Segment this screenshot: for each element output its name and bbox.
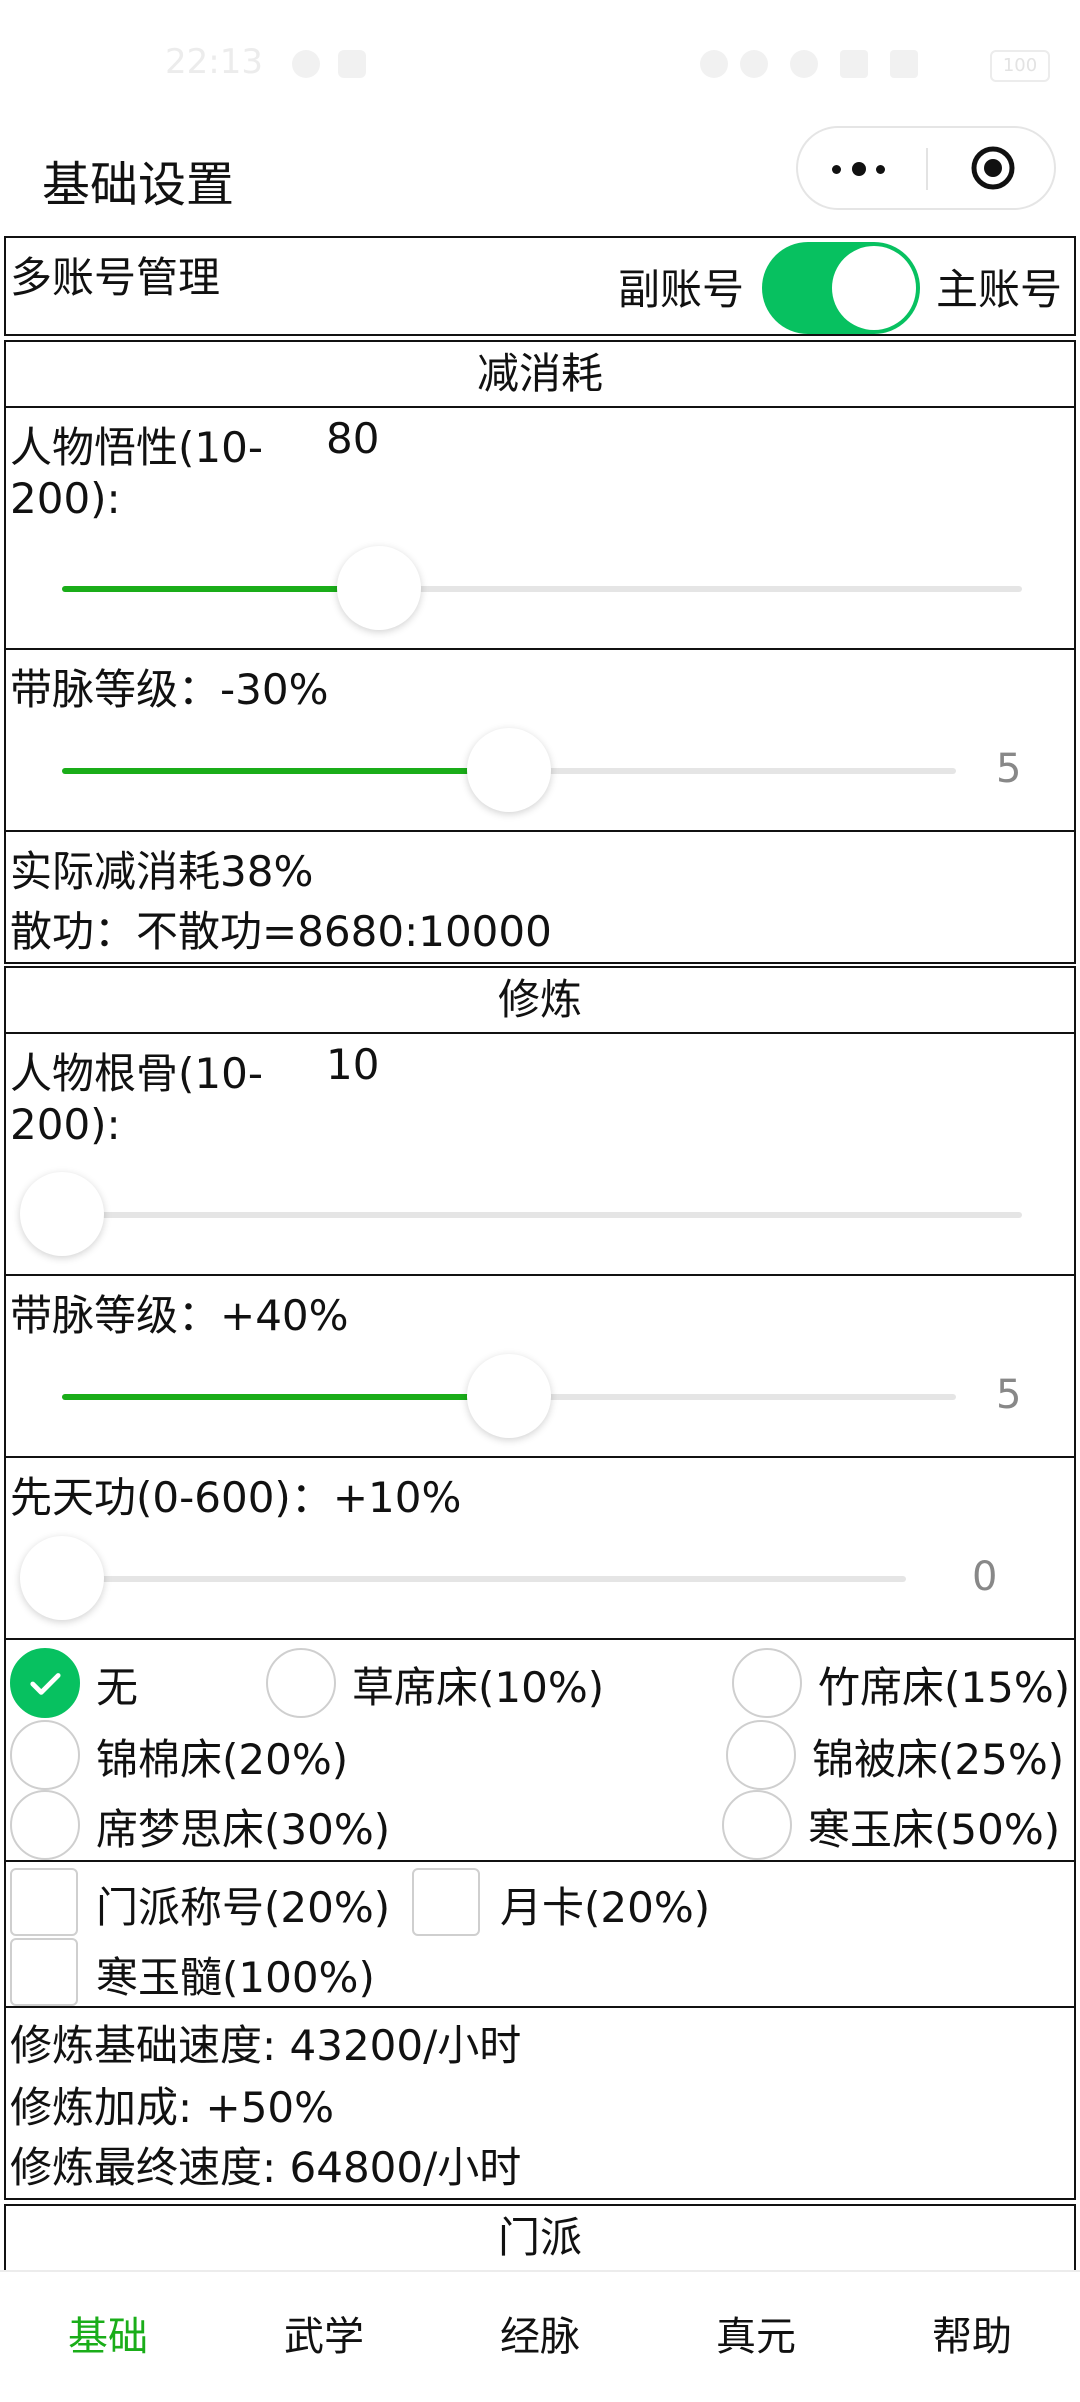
more-button[interactable] (832, 128, 922, 208)
sub-account-label: 副账号 (618, 265, 745, 314)
bed-option-label: 无 (96, 1663, 139, 1712)
toggle-knob (832, 246, 916, 330)
daimai-cultivate-value: 5 (996, 1372, 1022, 1418)
checkbox-icon (10, 1938, 78, 2006)
radio-unchecked-icon (732, 1648, 802, 1718)
daimai-reduce-label: 带脉等级：-30% (10, 665, 329, 714)
slider-thumb[interactable] (20, 1536, 104, 1620)
gengu-cell: 人物根骨(10- 10 200): (6, 1032, 1074, 1274)
daimai-cultivate-cell: 带脉等级：+40% 5 (6, 1274, 1074, 1456)
status-bar: 22:13 100 (0, 0, 1080, 130)
xiantian-value: 0 (972, 1554, 998, 1600)
page-title: 基础设置 (42, 157, 235, 213)
sangong-text: 散功：不散功=8680:10000 (10, 907, 552, 956)
bed-option-label: 竹席床(15%) (818, 1663, 1071, 1712)
close-mini-program-icon[interactable] (970, 145, 1016, 191)
signal-icon (890, 50, 918, 78)
wuxing-label-range: 200): (10, 474, 121, 523)
battery-icon: 100 (990, 50, 1050, 82)
actual-reduce: 实际减消耗38% (10, 847, 314, 896)
account-label: 多账号管理 (10, 253, 221, 302)
capsule-divider (926, 148, 928, 190)
mute-icon (740, 50, 768, 78)
slider-thumb[interactable] (467, 1354, 551, 1438)
cultivate-panel: 修炼 人物根骨(10- 10 200): 带脉等级：+40% 5 先天功(0-6… (4, 966, 1076, 2200)
speed-summary-cell: 修炼基础速度: 43200/小时 修炼加成: +50% 修炼最终速度: 6480… (6, 2006, 1074, 2194)
extra-option-label: 寒玉髓(100%) (96, 1953, 375, 2002)
gengu-label-range: 200): (10, 1100, 121, 1149)
app-icon (338, 50, 366, 78)
reduce-summary-cell: 实际减消耗38% 散功：不散功=8680:10000 (6, 830, 1074, 962)
tab-basic[interactable]: 基础 (0, 2272, 216, 2402)
checkbox-icon (412, 1868, 480, 1936)
final-speed: 修炼最终速度: 64800/小时 (10, 2143, 522, 2192)
cultivate-header: 修炼 (497, 975, 582, 1024)
daimai-cultivate-slider[interactable] (62, 1354, 956, 1438)
wuxing-slider[interactable] (62, 546, 1022, 630)
bed-radio-group: 无 草席床(10%) 竹席床(15%) 锦棉床(20%) 锦被床(25%) 席梦… (6, 1638, 1074, 1860)
slider-thumb[interactable] (336, 546, 421, 630)
slider-thumb[interactable] (20, 1172, 104, 1256)
extras-checkbox-group: 门派称号(20%) 月卡(20%) 寒玉髓(100%) (6, 1860, 1074, 2006)
radio-unchecked-icon (10, 1720, 80, 1790)
checkbox-icon (10, 1868, 78, 1936)
mini-program-capsule (796, 126, 1056, 210)
bed-option-label: 草席床(10%) (352, 1663, 605, 1712)
hd-icon (840, 50, 868, 78)
wuxing-cell: 人物悟性(10- 80 200): (6, 406, 1074, 648)
tab-meridian[interactable]: 经脉 (432, 2272, 648, 2402)
tab-help[interactable]: 帮助 (864, 2272, 1080, 2402)
xiantian-cell: 先天功(0-600)：+10% 0 (6, 1456, 1074, 1638)
main-account-label: 主账号 (936, 265, 1063, 314)
gengu-label: 人物根骨(10- (10, 1049, 263, 1098)
gengu-slider[interactable] (20, 1172, 1022, 1256)
tab-zhenyuan[interactable]: 真元 (648, 2272, 864, 2402)
wuxing-value: 80 (326, 414, 380, 463)
bed-option-label: 寒玉床(50%) (808, 1805, 1061, 1854)
xiantian-slider[interactable] (20, 1536, 906, 1620)
speed-bonus: 修炼加成: +50% (10, 2083, 335, 2132)
daimai-reduce-cell: 带脉等级：-30% 5 (6, 648, 1074, 830)
daimai-reduce-value: 5 (996, 746, 1022, 792)
radio-checked-icon (10, 1648, 80, 1718)
account-toggle[interactable] (762, 242, 920, 334)
reduce-panel: 减消耗 人物悟性(10- 80 200): 带脉等级：-30% 5 实际减消耗3… (4, 340, 1076, 964)
sect-header: 门派 (497, 2213, 582, 2262)
tab-martial[interactable]: 武学 (216, 2272, 432, 2402)
bed-option-label: 锦棉床(20%) (96, 1735, 349, 1784)
wifi-icon (790, 50, 818, 78)
account-panel: 多账号管理 副账号 主账号 (4, 236, 1076, 336)
radio-unchecked-icon (10, 1790, 80, 1860)
radio-unchecked-icon (722, 1790, 792, 1860)
extra-option-label: 门派称号(20%) (96, 1883, 391, 1932)
reduce-header: 减消耗 (476, 349, 603, 398)
status-time: 22:13 (165, 42, 263, 82)
gengu-value: 10 (326, 1040, 380, 1089)
tab-bar: 基础 武学 经脉 真元 帮助 (0, 2270, 1080, 2402)
daimai-cultivate-label: 带脉等级：+40% (10, 1291, 349, 1340)
daimai-reduce-slider[interactable] (62, 728, 956, 812)
extra-option-label: 月卡(20%) (500, 1883, 711, 1932)
slider-thumb[interactable] (467, 728, 551, 812)
radio-unchecked-icon (726, 1720, 796, 1790)
wuxing-label: 人物悟性(10- (10, 423, 263, 472)
xiantian-label: 先天功(0-600)：+10% (10, 1473, 462, 1522)
base-speed: 修炼基础速度: 43200/小时 (10, 2021, 522, 2070)
notification-icon (292, 50, 320, 78)
alarm-icon (700, 50, 728, 78)
bed-option-label: 席梦思床(30%) (96, 1805, 391, 1854)
bed-option-label: 锦被床(25%) (812, 1735, 1065, 1784)
radio-unchecked-icon (266, 1648, 336, 1718)
